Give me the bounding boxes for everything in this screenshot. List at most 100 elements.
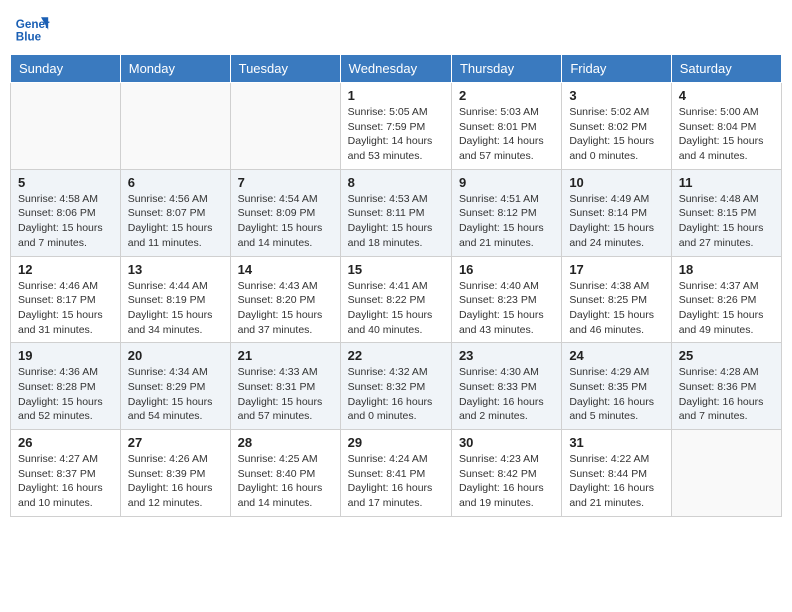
day-info: Sunrise: 4:49 AMSunset: 8:14 PMDaylight:…: [569, 192, 663, 251]
calendar-cell: [230, 83, 340, 170]
day-info: Sunrise: 4:34 AMSunset: 8:29 PMDaylight:…: [128, 365, 223, 424]
day-number: 22: [348, 348, 444, 363]
day-number: 30: [459, 435, 554, 450]
calendar-week-row: 5 Sunrise: 4:58 AMSunset: 8:06 PMDaylight…: [11, 169, 782, 256]
calendar-cell: 7 Sunrise: 4:54 AMSunset: 8:09 PMDaylight…: [230, 169, 340, 256]
svg-text:Blue: Blue: [16, 31, 42, 44]
day-info: Sunrise: 4:24 AMSunset: 8:41 PMDaylight:…: [348, 452, 444, 511]
day-number: 5: [18, 175, 113, 190]
day-number: 8: [348, 175, 444, 190]
calendar-cell: 12Sunrise: 4:46 AMSunset: 8:17 PMDayligh…: [11, 256, 121, 343]
calendar-cell: 21 Sunrise: 4:33 AMSunset: 8:31 PMDayligh…: [230, 343, 340, 430]
logo: General Blue: [14, 10, 54, 46]
day-number: 2: [459, 88, 554, 103]
calendar-cell: 10Sunrise: 4:49 AMSunset: 8:14 PMDayligh…: [562, 169, 671, 256]
calendar-cell: 14 Sunrise: 4:43 AMSunset: 8:20 PMDayligh…: [230, 256, 340, 343]
day-header-tuesday: Tuesday: [230, 55, 340, 83]
day-info: Sunrise: 4:38 AMSunset: 8:25 PMDaylight:…: [569, 279, 663, 338]
day-info: Sunrise: 5:05 AMSunset: 7:59 PMDaylight:…: [348, 105, 444, 164]
calendar-cell: [11, 83, 121, 170]
day-info: Sunrise: 4:30 AMSunset: 8:33 PMDaylight:…: [459, 365, 554, 424]
day-header-monday: Monday: [120, 55, 230, 83]
day-info: Sunrise: 5:03 AMSunset: 8:01 PMDaylight:…: [459, 105, 554, 164]
day-info: Sunrise: 4:25 AMSunset: 8:40 PMDaylight:…: [238, 452, 333, 511]
calendar-cell: 31Sunrise: 4:22 AMSunset: 8:44 PMDayligh…: [562, 430, 671, 517]
day-number: 9: [459, 175, 554, 190]
calendar-cell: 4 Sunrise: 5:00 AMSunset: 8:04 PMDaylight…: [671, 83, 781, 170]
day-info: Sunrise: 4:48 AMSunset: 8:15 PMDaylight:…: [679, 192, 774, 251]
calendar-week-row: 12Sunrise: 4:46 AMSunset: 8:17 PMDayligh…: [11, 256, 782, 343]
calendar-cell: 8Sunrise: 4:53 AMSunset: 8:11 PMDaylight…: [340, 169, 451, 256]
calendar-cell: 3 Sunrise: 5:02 AMSunset: 8:02 PMDaylight…: [562, 83, 671, 170]
day-number: 1: [348, 88, 444, 103]
calendar-cell: 30 Sunrise: 4:23 AMSunset: 8:42 PMDayligh…: [451, 430, 561, 517]
day-info: Sunrise: 4:46 AMSunset: 8:17 PMDaylight:…: [18, 279, 113, 338]
day-info: Sunrise: 4:51 AMSunset: 8:12 PMDaylight:…: [459, 192, 554, 251]
day-info: Sunrise: 4:28 AMSunset: 8:36 PMDaylight:…: [679, 365, 774, 424]
day-info: Sunrise: 4:27 AMSunset: 8:37 PMDaylight:…: [18, 452, 113, 511]
day-number: 13: [128, 262, 223, 277]
day-info: Sunrise: 4:29 AMSunset: 8:35 PMDaylight:…: [569, 365, 663, 424]
calendar-table: SundayMondayTuesdayWednesdayThursdayFrid…: [10, 54, 782, 517]
day-number: 23: [459, 348, 554, 363]
calendar-cell: 2 Sunrise: 5:03 AMSunset: 8:01 PMDaylight…: [451, 83, 561, 170]
calendar-cell: 25 Sunrise: 4:28 AMSunset: 8:36 PMDayligh…: [671, 343, 781, 430]
day-info: Sunrise: 4:40 AMSunset: 8:23 PMDaylight:…: [459, 279, 554, 338]
calendar-cell: 11Sunrise: 4:48 AMSunset: 8:15 PMDayligh…: [671, 169, 781, 256]
day-number: 31: [569, 435, 663, 450]
day-info: Sunrise: 4:33 AMSunset: 8:31 PMDaylight:…: [238, 365, 333, 424]
day-info: Sunrise: 5:02 AMSunset: 8:02 PMDaylight:…: [569, 105, 663, 164]
day-info: Sunrise: 4:43 AMSunset: 8:20 PMDaylight:…: [238, 279, 333, 338]
day-number: 14: [238, 262, 333, 277]
calendar-cell: 19Sunrise: 4:36 AMSunset: 8:28 PMDayligh…: [11, 343, 121, 430]
day-number: 29: [348, 435, 444, 450]
day-info: Sunrise: 4:32 AMSunset: 8:32 PMDaylight:…: [348, 365, 444, 424]
calendar-cell: 28 Sunrise: 4:25 AMSunset: 8:40 PMDayligh…: [230, 430, 340, 517]
calendar-cell: 26Sunrise: 4:27 AMSunset: 8:37 PMDayligh…: [11, 430, 121, 517]
calendar-week-row: 19Sunrise: 4:36 AMSunset: 8:28 PMDayligh…: [11, 343, 782, 430]
day-header-sunday: Sunday: [11, 55, 121, 83]
calendar-cell: 16 Sunrise: 4:40 AMSunset: 8:23 PMDayligh…: [451, 256, 561, 343]
day-info: Sunrise: 4:41 AMSunset: 8:22 PMDaylight:…: [348, 279, 444, 338]
day-info: Sunrise: 4:23 AMSunset: 8:42 PMDaylight:…: [459, 452, 554, 511]
day-number: 15: [348, 262, 444, 277]
day-number: 17: [569, 262, 663, 277]
day-header-thursday: Thursday: [451, 55, 561, 83]
day-info: Sunrise: 4:37 AMSunset: 8:26 PMDaylight:…: [679, 279, 774, 338]
day-info: Sunrise: 4:26 AMSunset: 8:39 PMDaylight:…: [128, 452, 223, 511]
day-info: Sunrise: 4:54 AMSunset: 8:09 PMDaylight:…: [238, 192, 333, 251]
day-number: 4: [679, 88, 774, 103]
calendar-cell: 13Sunrise: 4:44 AMSunset: 8:19 PMDayligh…: [120, 256, 230, 343]
day-number: 16: [459, 262, 554, 277]
page-header: General Blue: [10, 10, 782, 46]
calendar-cell: 9 Sunrise: 4:51 AMSunset: 8:12 PMDaylight…: [451, 169, 561, 256]
day-info: Sunrise: 5:00 AMSunset: 8:04 PMDaylight:…: [679, 105, 774, 164]
calendar-cell: 20Sunrise: 4:34 AMSunset: 8:29 PMDayligh…: [120, 343, 230, 430]
calendar-cell: 17 Sunrise: 4:38 AMSunset: 8:25 PMDayligh…: [562, 256, 671, 343]
logo-icon: General Blue: [14, 10, 50, 46]
calendar-cell: 29 Sunrise: 4:24 AMSunset: 8:41 PMDayligh…: [340, 430, 451, 517]
calendar-cell: 5 Sunrise: 4:58 AMSunset: 8:06 PMDaylight…: [11, 169, 121, 256]
day-header-saturday: Saturday: [671, 55, 781, 83]
calendar-cell: 24Sunrise: 4:29 AMSunset: 8:35 PMDayligh…: [562, 343, 671, 430]
calendar-week-row: 26Sunrise: 4:27 AMSunset: 8:37 PMDayligh…: [11, 430, 782, 517]
day-number: 3: [569, 88, 663, 103]
calendar-cell: 6 Sunrise: 4:56 AMSunset: 8:07 PMDaylight…: [120, 169, 230, 256]
calendar-header-row: SundayMondayTuesdayWednesdayThursdayFrid…: [11, 55, 782, 83]
calendar-cell: 15 Sunrise: 4:41 AMSunset: 8:22 PMDayligh…: [340, 256, 451, 343]
day-number: 25: [679, 348, 774, 363]
day-number: 7: [238, 175, 333, 190]
day-info: Sunrise: 4:58 AMSunset: 8:06 PMDaylight:…: [18, 192, 113, 251]
day-info: Sunrise: 4:56 AMSunset: 8:07 PMDaylight:…: [128, 192, 223, 251]
calendar-cell: 1 Sunrise: 5:05 AMSunset: 7:59 PMDaylight…: [340, 83, 451, 170]
day-number: 19: [18, 348, 113, 363]
calendar-cell: 23 Sunrise: 4:30 AMSunset: 8:33 PMDayligh…: [451, 343, 561, 430]
calendar-cell: [120, 83, 230, 170]
day-number: 6: [128, 175, 223, 190]
calendar-cell: 27Sunrise: 4:26 AMSunset: 8:39 PMDayligh…: [120, 430, 230, 517]
day-number: 21: [238, 348, 333, 363]
day-number: 28: [238, 435, 333, 450]
calendar-cell: 18Sunrise: 4:37 AMSunset: 8:26 PMDayligh…: [671, 256, 781, 343]
calendar-cell: 22 Sunrise: 4:32 AMSunset: 8:32 PMDayligh…: [340, 343, 451, 430]
day-header-friday: Friday: [562, 55, 671, 83]
